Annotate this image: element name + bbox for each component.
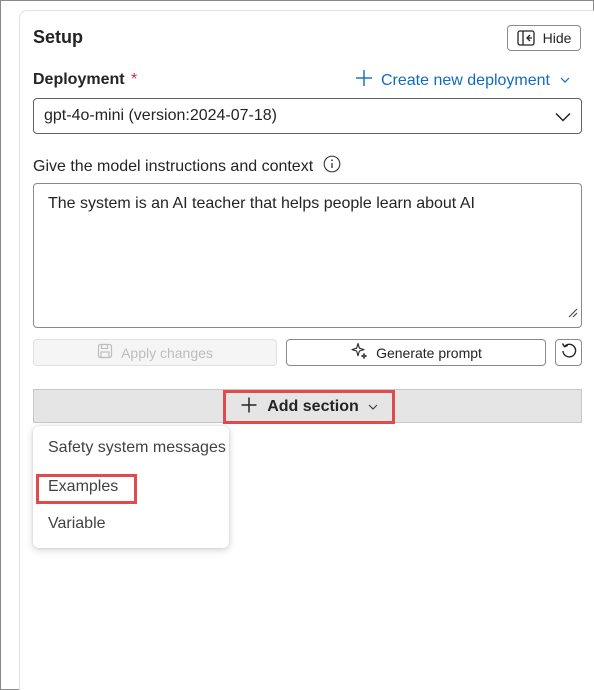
hide-button[interactable]: Hide — [507, 25, 581, 51]
chevron-down-icon — [555, 109, 571, 127]
panel-title: Setup — [33, 27, 84, 47]
generate-prompt-label: Generate prompt — [376, 344, 482, 361]
hide-panel-icon — [516, 30, 535, 46]
instructions-textarea[interactable]: The system is an AI teacher that helps p… — [33, 183, 582, 328]
deployment-select[interactable]: gpt-4o-mini (version:2024-07-18) — [33, 98, 582, 134]
required-marker: * — [131, 71, 138, 88]
create-deployment-link[interactable]: Create new deployment — [355, 69, 570, 92]
instructions-text: The system is an AI teacher that helps p… — [48, 195, 475, 212]
info-icon[interactable] — [323, 155, 341, 178]
chevron-down-icon — [368, 402, 378, 413]
apply-changes-label: Apply changes — [121, 344, 213, 361]
resize-grip-icon[interactable] — [568, 304, 578, 324]
chevron-down-icon — [560, 75, 570, 86]
menu-item-variable[interactable]: Variable — [48, 515, 106, 533]
menu-item-examples[interactable]: Examples — [48, 478, 118, 496]
deployment-label: Deployment * — [33, 71, 137, 89]
deployment-label-text: Deployment — [33, 71, 125, 88]
create-deployment-label: Create new deployment — [381, 71, 550, 89]
reset-icon — [560, 341, 578, 364]
generate-prompt-button[interactable]: Generate prompt — [286, 339, 546, 366]
plus-icon — [240, 396, 258, 419]
sparkle-icon — [350, 342, 368, 363]
deployment-selected-value: gpt-4o-mini (version:2024-07-18) — [44, 107, 277, 124]
menu-item-safety-system-messages[interactable]: Safety system messages — [48, 439, 226, 457]
reset-button[interactable] — [555, 339, 582, 366]
add-section-button[interactable]: Add section — [223, 390, 395, 424]
apply-changes-button[interactable]: Apply changes — [33, 339, 277, 366]
add-section-label: Add section — [267, 398, 359, 415]
instructions-label: Give the model instructions and context — [33, 155, 341, 178]
plus-icon — [355, 69, 373, 92]
hide-button-label: Hide — [542, 30, 572, 46]
add-section-menu: Safety system messages Examples Variable — [33, 426, 229, 548]
save-icon — [97, 343, 113, 362]
instructions-label-text: Give the model instructions and context — [33, 157, 314, 175]
